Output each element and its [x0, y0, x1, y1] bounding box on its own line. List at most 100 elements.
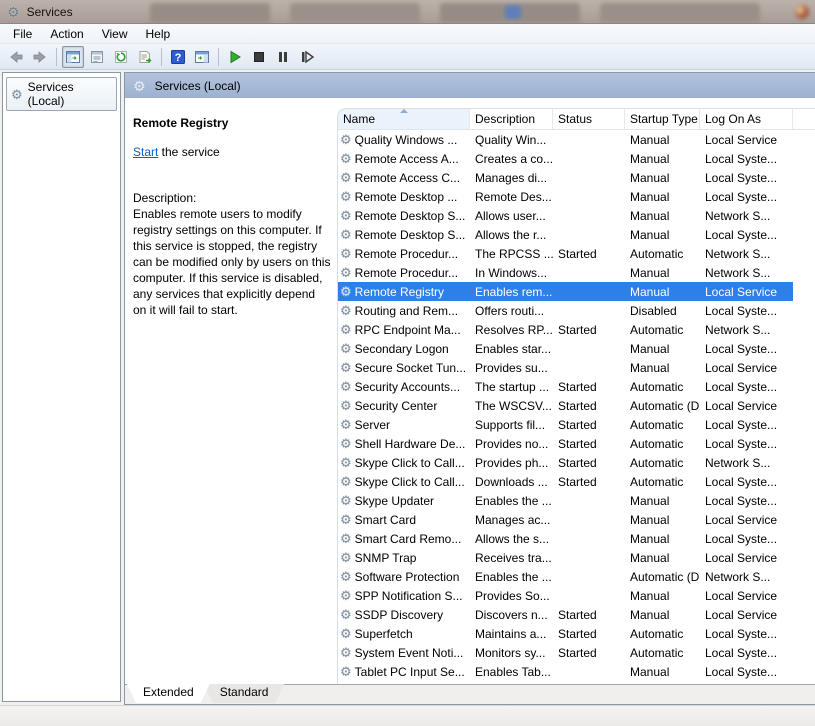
- service-startup-type-cell: Disabled: [625, 301, 700, 320]
- toolbar: ?: [0, 44, 815, 70]
- table-row[interactable]: ⚙Security Accounts...The startup ...Star…: [338, 377, 793, 396]
- start-service-button[interactable]: [224, 46, 246, 68]
- restart-service-icon: [299, 49, 315, 65]
- start-service-link[interactable]: Start: [133, 145, 158, 159]
- service-status-cell: [553, 187, 625, 206]
- refresh-button[interactable]: [110, 46, 132, 68]
- table-row[interactable]: ⚙SPP Notification S...Provides So...Manu…: [338, 586, 793, 605]
- export-list-button[interactable]: [134, 46, 156, 68]
- background-tab: [600, 3, 760, 23]
- show-action-pane-button[interactable]: [191, 46, 213, 68]
- service-description-cell: Supports fil...: [470, 415, 553, 434]
- service-status-cell: [553, 662, 625, 681]
- service-gear-icon: ⚙: [340, 133, 352, 146]
- table-row[interactable]: ⚙Remote Desktop S...Allows user...Manual…: [338, 206, 793, 225]
- table-row[interactable]: ⚙Remote Access C...Manages di...ManualLo…: [338, 168, 793, 187]
- table-row[interactable]: ⚙Smart Card Remo...Allows the s...Manual…: [338, 529, 793, 548]
- forward-arrow-icon: [32, 49, 48, 65]
- extended-detail-pane: Remote Registry Start the service Descri…: [125, 98, 337, 684]
- service-status-cell: [553, 567, 625, 586]
- column-header-log-on-as[interactable]: Log On As: [700, 109, 793, 129]
- table-row[interactable]: ⚙SuperfetchMaintains a...StartedAutomati…: [338, 624, 793, 643]
- column-header-status[interactable]: Status: [553, 109, 625, 129]
- table-row[interactable]: ⚙Remote Procedur...The RPCSS ...StartedA…: [338, 244, 793, 263]
- table-row[interactable]: ⚙Shell Hardware De...Provides no...Start…: [338, 434, 793, 453]
- tree-item-services-local[interactable]: ⚙ Services (Local): [6, 77, 117, 111]
- service-description-cell: The WSCSV...: [470, 396, 553, 415]
- title-bar[interactable]: ⚙ Services: [0, 0, 815, 24]
- service-startup-type-cell: Manual: [625, 130, 700, 149]
- table-row[interactable]: ⚙Skype Click to Call...Downloads ...Star…: [338, 472, 793, 491]
- service-log-on-as-cell: Local Syste...: [700, 491, 793, 510]
- table-row[interactable]: ⚙Secure Socket Tun...Provides su...Manua…: [338, 358, 793, 377]
- pause-service-button[interactable]: [272, 46, 294, 68]
- table-row[interactable]: ⚙Remote RegistryEnables rem...ManualLoca…: [338, 282, 793, 301]
- table-row[interactable]: ⚙Routing and Rem...Offers routi...Disabl…: [338, 301, 793, 320]
- table-row[interactable]: ⚙Skype UpdaterEnables the ...ManualLocal…: [338, 491, 793, 510]
- table-row[interactable]: ⚙Remote Desktop ...Remote Des...ManualLo…: [338, 187, 793, 206]
- service-gear-icon: ⚙: [340, 513, 352, 526]
- service-startup-type-cell: Manual: [625, 206, 700, 225]
- tab-extended[interactable]: Extended: [127, 684, 210, 703]
- table-row[interactable]: ⚙SSDP DiscoveryDiscovers n...StartedManu…: [338, 605, 793, 624]
- table-row[interactable]: ⚙Security CenterThe WSCSV...StartedAutom…: [338, 396, 793, 415]
- table-row[interactable]: ⚙Smart CardManages ac...ManualLocal Serv…: [338, 510, 793, 529]
- start-service-icon: [227, 49, 243, 65]
- show-console-tree-button[interactable]: [62, 46, 84, 68]
- stop-service-button[interactable]: [248, 46, 270, 68]
- help-button[interactable]: ?: [167, 46, 189, 68]
- back-button[interactable]: [5, 46, 27, 68]
- table-row[interactable]: ⚙Skype Click to Call...Provides ph...Sta…: [338, 453, 793, 472]
- service-description-cell: Provides no...: [470, 434, 553, 453]
- export-list-icon: [137, 49, 153, 65]
- forward-button[interactable]: [29, 46, 51, 68]
- service-description-cell: Maintains a...: [470, 624, 553, 643]
- menu-help[interactable]: Help: [137, 25, 180, 43]
- service-log-on-as-cell: Network S...: [700, 320, 793, 339]
- service-gear-icon: ⚙: [340, 399, 352, 412]
- service-description-cell: Enables rem...: [470, 282, 553, 301]
- column-header-startup-type[interactable]: Startup Type: [625, 109, 700, 129]
- restart-service-button[interactable]: [296, 46, 318, 68]
- column-header-description[interactable]: Description: [470, 109, 553, 129]
- table-row[interactable]: ⚙Remote Desktop S...Allows the r...Manua…: [338, 225, 793, 244]
- table-row[interactable]: ⚙Quality Windows ...Quality Win...Manual…: [338, 130, 793, 149]
- table-row[interactable]: ⚙Remote Procedur...In Windows...ManualNe…: [338, 263, 793, 282]
- service-log-on-as-cell: Local Syste...: [700, 301, 793, 320]
- service-description-cell: Downloads ...: [470, 472, 553, 491]
- service-status-cell: [553, 168, 625, 187]
- service-name-cell: ⚙Remote Access A...: [338, 149, 470, 168]
- service-gear-icon: ⚙: [340, 418, 352, 431]
- column-header-empty: [793, 109, 815, 129]
- service-description-cell: Enables star...: [470, 339, 553, 358]
- table-row[interactable]: ⚙Software ProtectionEnables the ...Autom…: [338, 567, 793, 586]
- table-row[interactable]: ⚙System Event Noti...Monitors sy...Start…: [338, 643, 793, 662]
- service-gear-icon: ⚙: [340, 494, 352, 507]
- service-description-cell: Manages ac...: [470, 510, 553, 529]
- service-startup-type-cell: Automatic: [625, 320, 700, 339]
- column-header-name[interactable]: Name: [338, 109, 470, 129]
- table-row[interactable]: ⚙SNMP TrapReceives tra...ManualLocal Ser…: [338, 548, 793, 567]
- service-startup-type-cell: Automatic: [625, 624, 700, 643]
- service-startup-type-cell: Manual: [625, 225, 700, 244]
- service-description-cell: In Windows...: [470, 263, 553, 282]
- tab-standard[interactable]: Standard: [204, 684, 285, 703]
- list-header: Name Description Status Startup Type Log…: [338, 109, 815, 130]
- description-text: Enables remote users to modify registry …: [133, 206, 331, 318]
- service-description-cell: Allows user...: [470, 206, 553, 225]
- service-startup-type-cell: Manual: [625, 263, 700, 282]
- table-row[interactable]: ⚙Remote Access A...Creates a co...Manual…: [338, 149, 793, 168]
- table-row[interactable]: ⚙Secondary LogonEnables star...ManualLoc…: [338, 339, 793, 358]
- properties-button[interactable]: [86, 46, 108, 68]
- menu-action[interactable]: Action: [41, 25, 92, 43]
- service-startup-type-cell: Manual: [625, 282, 700, 301]
- table-row[interactable]: ⚙ServerSupports fil...StartedAutomaticLo…: [338, 415, 793, 434]
- table-row[interactable]: ⚙Tablet PC Input Se...Enables Tab...Manu…: [338, 662, 793, 681]
- service-gear-icon: ⚙: [340, 228, 352, 241]
- view-tab-strip: Extended Standard: [125, 684, 815, 704]
- table-row[interactable]: ⚙RPC Endpoint Ma...Resolves RP...Started…: [338, 320, 793, 339]
- menu-view[interactable]: View: [93, 25, 137, 43]
- menu-file[interactable]: File: [4, 25, 41, 43]
- service-gear-icon: ⚙: [340, 285, 352, 298]
- service-gear-icon: ⚙: [340, 209, 352, 222]
